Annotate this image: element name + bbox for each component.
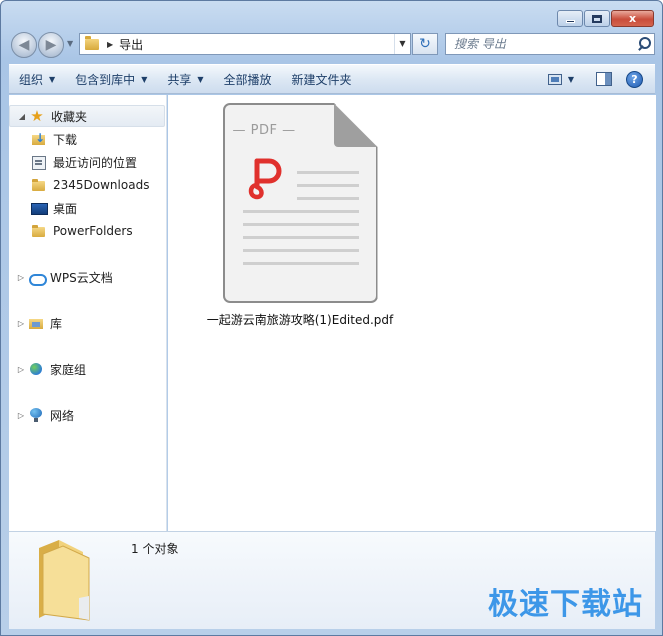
sidebar-item-powerfolders[interactable]: PowerFolders — [9, 220, 165, 242]
sidebar-item-favorites[interactable]: ◢ ★ 收藏夹 — [9, 105, 165, 127]
recent-places-icon — [31, 154, 47, 170]
sidebar-item-label: 家庭组 — [50, 362, 87, 377]
file-name[interactable]: 一起游云南旅游攻略(1)Edited.pdf — [207, 311, 394, 328]
sidebar-item-label: 库 — [50, 316, 63, 331]
chevron-down-icon: ▼ — [197, 74, 204, 84]
document-text-lines — [242, 171, 359, 275]
share-menu[interactable]: 共享 ▼ — [157, 65, 213, 93]
play-all-button[interactable]: 全部播放 — [214, 65, 282, 93]
collapsed-triangle-icon[interactable]: ▷ — [16, 411, 26, 420]
minimize-button[interactable] — [557, 10, 583, 27]
search-box[interactable] — [445, 33, 655, 55]
explorer-window: x ◀ ▶ ▼ ▶ 导出 ▼ ↻ 组织 ▼ 包含到库中 ▼ 共享 ▼ — [0, 0, 663, 636]
view-options-chevron-icon[interactable]: ▼ — [568, 75, 574, 84]
sidebar-item-2345downloads[interactable]: 2345Downloads — [9, 174, 165, 196]
command-bar-right: ▼ ? — [538, 65, 655, 93]
sidebar-item-desktop[interactable]: 桌面 — [9, 197, 165, 219]
folder-icon — [31, 177, 47, 193]
sidebar-item-label: 桌面 — [53, 201, 78, 216]
expanded-triangle-icon[interactable]: ◢ — [17, 112, 27, 121]
collapsed-triangle-icon[interactable]: ▷ — [16, 319, 26, 328]
back-arrow-icon: ◀ — [18, 37, 30, 53]
details-pane: 1 个对象 极速下载站 — [9, 531, 655, 629]
new-folder-label: 新建文件夹 — [291, 72, 352, 87]
command-bar: 组织 ▼ 包含到库中 ▼ 共享 ▼ 全部播放 新建文件夹 ▼ ? — [9, 64, 655, 94]
chevron-down-icon: ▼ — [49, 74, 56, 84]
file-list: PDF 一起游云南旅游攻略(1)Edited.pdf — [168, 95, 656, 531]
new-folder-button[interactable]: 新建文件夹 — [282, 65, 362, 93]
share-label: 共享 — [167, 72, 192, 87]
file-type-label: PDF — [233, 123, 296, 138]
maximize-button[interactable] — [584, 10, 610, 27]
minimize-icon — [565, 19, 575, 23]
address-bar[interactable]: ▶ 导出 ▼ — [79, 33, 411, 55]
sidebar-item-downloads[interactable]: 下载 — [9, 128, 165, 150]
item-count: 1 个对象 — [131, 542, 179, 556]
preview-pane-icon[interactable] — [596, 72, 612, 86]
play-all-label: 全部播放 — [223, 72, 272, 87]
organize-menu[interactable]: 组织 ▼ — [9, 65, 65, 93]
download-folder-icon — [31, 131, 47, 147]
sidebar-item-label: PowerFolders — [53, 224, 133, 238]
forward-button[interactable]: ▶ — [38, 32, 64, 58]
folder-icon — [39, 540, 90, 621]
include-in-library-menu[interactable]: 包含到库中 ▼ — [65, 65, 157, 93]
search-icon[interactable] — [634, 34, 654, 54]
site-watermark: 极速下载站 — [488, 587, 643, 622]
folder-icon — [85, 35, 99, 50]
homegroup-icon — [28, 361, 44, 377]
refresh-icon: ↻ — [419, 36, 431, 52]
sidebar-item-recent-places[interactable]: 最近访问的位置 — [9, 151, 165, 173]
help-icon[interactable]: ? — [626, 70, 643, 88]
sidebar-item-label: WPS云文档 — [50, 270, 113, 285]
breadcrumb-separator-icon[interactable]: ▶ — [107, 40, 113, 49]
network-icon — [28, 407, 44, 423]
include-in-library-label: 包含到库中 — [75, 72, 136, 87]
refresh-button[interactable]: ↻ — [412, 33, 438, 55]
organize-label: 组织 — [19, 72, 44, 87]
search-input[interactable] — [454, 37, 634, 51]
address-dropdown-button[interactable]: ▼ — [394, 34, 410, 54]
change-view-icon[interactable] — [547, 73, 562, 85]
breadcrumb-item[interactable]: 导出 — [119, 36, 394, 53]
folder-icon — [31, 223, 47, 239]
sidebar-item-network[interactable]: ▷ 网络 — [9, 404, 165, 426]
sidebar-item-wps-cloud[interactable]: ▷ WPS云文档 — [9, 266, 165, 288]
desktop-icon — [31, 200, 48, 216]
sidebar-item-label: 下载 — [53, 132, 78, 147]
collapsed-triangle-icon[interactable]: ▷ — [16, 273, 26, 282]
forward-arrow-icon: ▶ — [45, 37, 57, 53]
back-button[interactable]: ◀ — [11, 32, 37, 58]
sidebar-item-label: 最近访问的位置 — [53, 155, 138, 170]
sidebar-item-label: 2345Downloads — [53, 178, 150, 192]
close-icon: x — [628, 12, 637, 25]
sidebar-item-homegroup[interactable]: ▷ 家庭组 — [9, 358, 165, 380]
pdf-file-icon: PDF — [222, 103, 378, 303]
star-icon: ★ — [30, 107, 44, 125]
sidebar-item-label: 收藏夹 — [51, 109, 88, 124]
file-item[interactable]: PDF 一起游云南旅游攻略(1)Edited.pdf — [200, 103, 400, 328]
collapsed-triangle-icon[interactable]: ▷ — [16, 365, 26, 374]
navigation-pane: ◢ ★ 收藏夹 下载 最近访问的位置 2345Downloads 桌面 Powe… — [9, 95, 167, 531]
cloud-icon — [28, 269, 47, 286]
recent-pages-dropdown[interactable]: ▼ — [67, 39, 73, 48]
chevron-down-icon: ▼ — [141, 74, 148, 84]
sidebar-item-libraries[interactable]: ▷ 库 — [9, 312, 165, 334]
caption-buttons: x — [556, 10, 654, 27]
close-button[interactable]: x — [611, 10, 654, 27]
maximize-icon — [592, 14, 602, 23]
sidebar-item-label: 网络 — [50, 408, 75, 423]
library-icon — [28, 315, 44, 331]
